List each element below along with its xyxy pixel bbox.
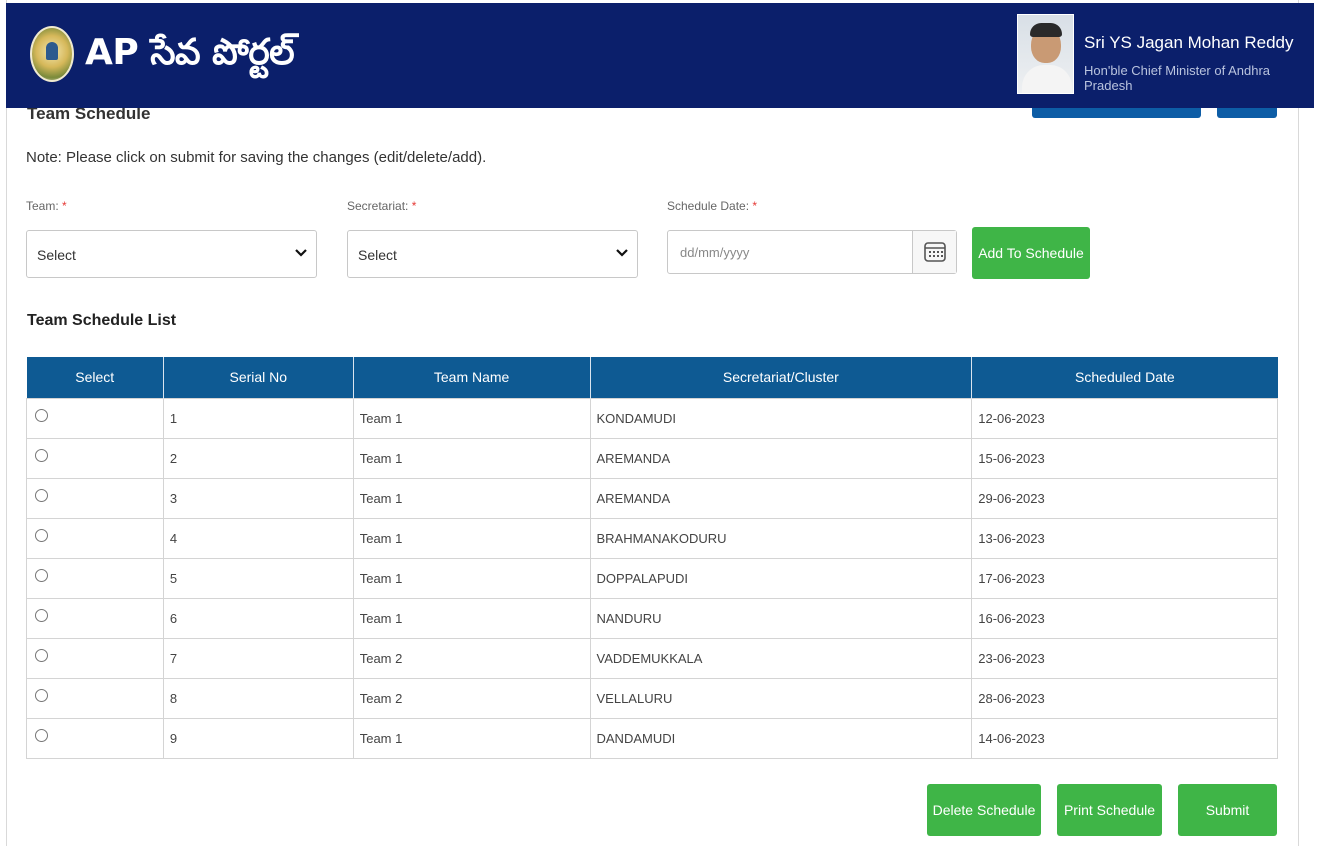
column-header-cluster: Secretariat/Cluster [590, 357, 973, 398]
cluster-cell: DOPPALAPUDI [589, 557, 973, 599]
table-header-row: Select Serial No Team Name Secretariat/C… [26, 357, 1278, 398]
table-row: 6 Team 1 NANDURU 16-06-2023 [26, 597, 1278, 639]
state-emblem-icon [30, 26, 74, 82]
serial-cell: 5 [162, 557, 354, 599]
row-select-radio[interactable] [35, 728, 48, 742]
submit-button[interactable]: Submit [1178, 784, 1277, 836]
portal-header: AP సేవ పోర్టల్ Sri YS Jagan Mohan Reddy … [6, 3, 1314, 108]
schedule-list-title: Team Schedule List [27, 312, 177, 329]
cluster-cell: NANDURU [589, 597, 973, 639]
row-select-radio[interactable] [35, 528, 48, 542]
table-row: 2 Team 1 AREMANDA 15-06-2023 [26, 437, 1278, 479]
cluster-cell: AREMANDA [589, 437, 973, 479]
column-header-serial: Serial No [163, 357, 354, 398]
table-row: 8 Team 2 VELLALURU 28-06-2023 [26, 677, 1278, 719]
add-to-schedule-button[interactable]: Add To Schedule [972, 227, 1090, 279]
team-cell: Team 1 [352, 517, 591, 559]
serial-cell: 8 [162, 677, 354, 719]
row-select-radio[interactable] [35, 448, 48, 462]
team-label: Team: * [26, 199, 67, 213]
secretariat-label: Secretariat: * [347, 199, 417, 213]
date-cell: 15-06-2023 [971, 437, 1278, 479]
team-cell: Team 1 [352, 597, 591, 639]
serial-cell: 6 [162, 597, 354, 639]
row-select-radio[interactable] [35, 568, 48, 582]
team-cell: Team 1 [352, 437, 591, 479]
cluster-cell: KONDAMUDI [589, 397, 973, 439]
team-cell: Team 1 [352, 717, 591, 759]
cluster-cell: DANDAMUDI [589, 717, 973, 759]
team-cell: Team 1 [352, 557, 591, 599]
cluster-cell: AREMANDA [589, 477, 973, 519]
serial-cell: 1 [162, 397, 354, 439]
cm-avatar [1017, 14, 1074, 94]
row-select-radio[interactable] [35, 648, 48, 662]
team-cell: Team 2 [352, 637, 591, 679]
column-header-date: Scheduled Date [971, 357, 1278, 398]
row-select-radio[interactable] [35, 408, 48, 422]
row-select-radio[interactable] [35, 688, 48, 702]
schedule-date-label: Schedule Date: * [667, 199, 758, 213]
date-cell: 29-06-2023 [971, 477, 1278, 519]
serial-cell: 4 [162, 517, 354, 559]
table-row: 9 Team 1 DANDAMUDI 14-06-2023 [26, 717, 1278, 759]
schedule-date-input[interactable]: dd/mm/yyyy [667, 230, 957, 274]
team-cell: Team 2 [352, 677, 591, 719]
date-cell: 28-06-2023 [971, 677, 1278, 719]
date-cell: 12-06-2023 [971, 397, 1278, 439]
column-header-team: Team Name [353, 357, 591, 398]
date-cell: 16-06-2023 [971, 597, 1278, 639]
cluster-cell: VADDEMUKKALA [589, 637, 973, 679]
delete-schedule-button[interactable]: Delete Schedule [927, 784, 1041, 836]
row-select-radio[interactable] [35, 608, 48, 622]
cluster-cell: VELLALURU [589, 677, 973, 719]
chevron-down-icon [615, 245, 629, 259]
team-cell: Team 1 [352, 397, 591, 439]
date-cell: 14-06-2023 [971, 717, 1278, 759]
team-select[interactable]: Select [26, 230, 317, 278]
print-schedule-button[interactable]: Print Schedule [1057, 784, 1162, 836]
table-row: 4 Team 1 BRAHMANAKODURU 13-06-2023 [26, 517, 1278, 559]
portal-logo-text: AP సేవ పోర్టల్ [85, 32, 295, 73]
serial-cell: 2 [162, 437, 354, 479]
table-row: 1 Team 1 KONDAMUDI 12-06-2023 [26, 397, 1278, 439]
table-row: 3 Team 1 AREMANDA 29-06-2023 [26, 477, 1278, 519]
secretariat-select[interactable]: Select [347, 230, 638, 278]
cm-name: Sri YS Jagan Mohan Reddy [1084, 33, 1294, 52]
table-row: 7 Team 2 VADDEMUKKALA 23-06-2023 [26, 637, 1278, 679]
cluster-cell: BRAHMANAKODURU [589, 517, 973, 559]
date-cell: 17-06-2023 [971, 557, 1278, 599]
table-row: 5 Team 1 DOPPALAPUDI 17-06-2023 [26, 557, 1278, 599]
serial-cell: 7 [162, 637, 354, 679]
chevron-down-icon [294, 245, 308, 259]
serial-cell: 9 [162, 717, 354, 759]
date-cell: 13-06-2023 [971, 517, 1278, 559]
save-note: Note: Please click on submit for saving … [26, 149, 487, 166]
schedule-table: Select Serial No Team Name Secretariat/C… [26, 357, 1278, 759]
serial-cell: 3 [162, 477, 354, 519]
team-cell: Team 1 [352, 477, 591, 519]
column-header-select: Select [26, 357, 164, 398]
cm-title: Hon'ble Chief Minister of Andhra Pradesh [1084, 63, 1271, 93]
date-cell: 23-06-2023 [971, 637, 1278, 679]
row-select-radio[interactable] [35, 488, 48, 502]
calendar-icon[interactable] [912, 231, 956, 273]
